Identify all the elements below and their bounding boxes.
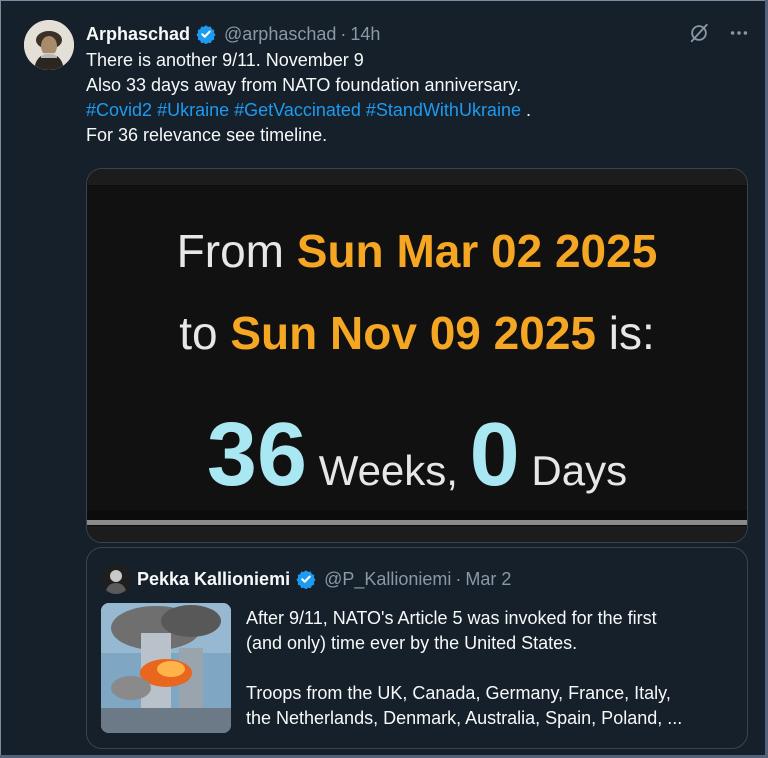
quote-text: After 9/11, NATO's Article 5 was invoked… bbox=[246, 606, 741, 731]
tweet-line: For 36 relevance see timeline. bbox=[86, 125, 328, 145]
more-icon[interactable] bbox=[728, 22, 750, 44]
quoted-tweet[interactable]: Pekka Kallioniemi @P_Kallioniemi · Mar 2… bbox=[86, 547, 748, 749]
header-separator: · bbox=[340, 23, 347, 44]
quote-thumbnail-image bbox=[101, 603, 231, 733]
quote-separator: · bbox=[455, 568, 462, 589]
quote-date[interactable]: Mar 2 bbox=[465, 569, 511, 590]
tweet-top-actions bbox=[688, 22, 750, 44]
hashtag-link[interactable]: #Ukraine bbox=[157, 100, 229, 120]
quote-line: the Netherlands, Denmark, Australia, Spa… bbox=[246, 708, 683, 728]
quote-thumbnail[interactable] bbox=[101, 603, 231, 733]
media-line-to: to Sun Nov 09 2025 is: bbox=[87, 306, 747, 360]
is-label: is: bbox=[608, 307, 655, 359]
quote-blank-line bbox=[246, 656, 741, 681]
media-bottom-bar bbox=[87, 526, 747, 542]
days-label: Days bbox=[531, 447, 628, 494]
media-bottom-border bbox=[87, 520, 747, 525]
hashtag-link[interactable]: #StandWithUkraine bbox=[366, 100, 521, 120]
quote-author-name[interactable]: Pekka Kallioniemi bbox=[137, 569, 290, 590]
verified-badge-icon bbox=[196, 24, 216, 45]
hashtag-tail: . bbox=[525, 100, 531, 120]
hashtag-line: #Covid2 #Ukraine #GetVaccinated #StandWi… bbox=[86, 98, 746, 123]
grok-icon[interactable] bbox=[688, 22, 710, 44]
media-top-bar bbox=[87, 169, 747, 185]
tweet-line: Also 33 days away from NATO foundation a… bbox=[86, 75, 522, 95]
quote-header: Pekka Kallioniemi @P_Kallioniemi · Mar 2 bbox=[137, 566, 511, 592]
author-name[interactable]: Arphaschad bbox=[86, 24, 190, 45]
author-avatar[interactable] bbox=[24, 20, 74, 70]
quote-author-handle[interactable]: @P_Kallioniemi bbox=[324, 569, 451, 590]
to-date: Sun Nov 09 2025 bbox=[230, 307, 596, 359]
to-label: to bbox=[179, 307, 218, 359]
hashtag-link[interactable]: #Covid2 bbox=[86, 100, 152, 120]
from-date: Sun Mar 02 2025 bbox=[296, 225, 658, 277]
tweet-line: There is another 9/11. November 9 bbox=[86, 50, 364, 70]
quote-line: Troops from the UK, Canada, Germany, Fra… bbox=[246, 683, 671, 703]
weeks-value: 36 bbox=[206, 405, 308, 505]
from-label: From bbox=[176, 225, 284, 277]
tweet-header: Arphaschad @arphaschad · 14h bbox=[86, 22, 380, 46]
days-value: 0 bbox=[469, 405, 520, 505]
media-image[interactable]: From Sun Mar 02 2025 to Sun Nov 09 2025 … bbox=[86, 168, 748, 543]
quote-author-avatar[interactable] bbox=[101, 564, 131, 594]
media-line-result: 36 Weeks, 0 Days bbox=[87, 404, 747, 507]
media-panel: From Sun Mar 02 2025 to Sun Nov 09 2025 … bbox=[87, 186, 747, 510]
quote-line: After 9/11, NATO's Article 5 was invoked… bbox=[246, 608, 657, 628]
tweet-text: There is another 9/11. November 9 Also 3… bbox=[86, 48, 746, 148]
author-avatar-image bbox=[24, 20, 74, 70]
quote-avatar-image bbox=[101, 564, 131, 594]
verified-badge-icon bbox=[296, 569, 316, 590]
weeks-label: Weeks, bbox=[318, 447, 458, 494]
author-handle[interactable]: @arphaschad bbox=[224, 24, 336, 45]
quote-line: (and only) time ever by the United State… bbox=[246, 633, 578, 653]
tweet-time[interactable]: 14h bbox=[350, 24, 380, 45]
hashtag-link[interactable]: #GetVaccinated bbox=[234, 100, 361, 120]
media-line-from: From Sun Mar 02 2025 bbox=[87, 224, 747, 278]
